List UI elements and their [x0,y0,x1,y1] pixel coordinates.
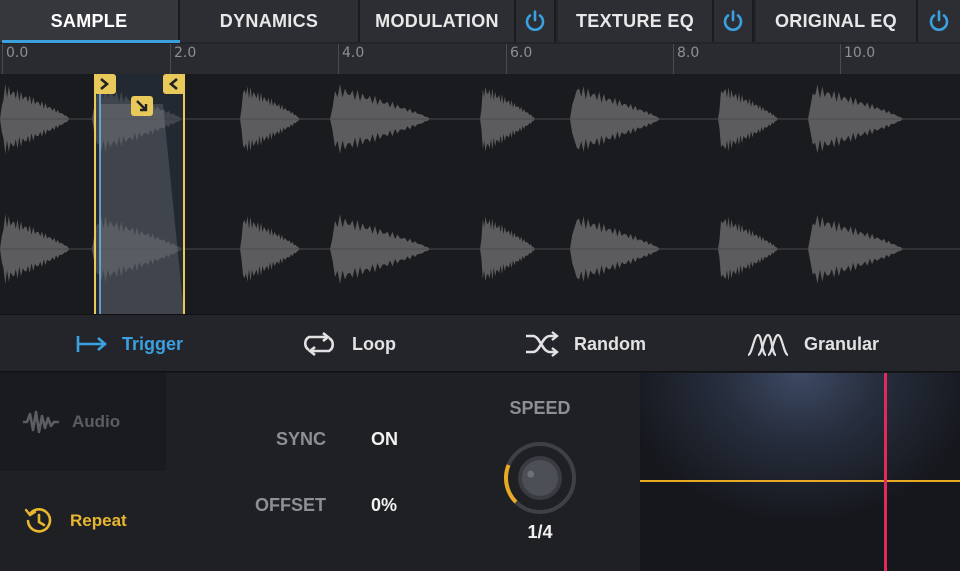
ruler-tick [170,44,171,74]
fade-handle[interactable] [131,96,153,116]
mode-granular[interactable]: Granular [746,329,879,359]
audio-wave-icon [23,410,59,434]
clock-repeat-icon [24,508,52,533]
tab-modulation[interactable]: MODULATION [360,0,516,42]
shuffle-icon [526,331,559,357]
tab-sample[interactable]: SAMPLE [0,0,180,42]
ruler-label: 6.0 [510,45,533,61]
tab-bar: SAMPLE DYNAMICS MODULATION TEXTURE EQ OR… [0,0,960,44]
time-ruler: 0.0 2.0 4.0 6.0 8.0 10.0 [0,44,960,74]
active-tab-indicator [2,40,180,43]
mode-loop[interactable]: Loop [300,329,396,359]
mode-label: Trigger [122,333,184,354]
xy-horizontal-line [640,480,960,482]
xy-pad[interactable] [640,373,960,571]
mode-trigger[interactable]: Trigger [76,329,183,359]
ruler-tick [506,44,507,74]
xy-vertical-line [884,373,887,571]
ruler-label: 0.0 [6,45,29,61]
waveform-svg [0,74,960,314]
tab-texture-eq[interactable]: TEXTURE EQ [558,0,714,42]
end-handle[interactable] [163,74,185,94]
ruler-tick [673,44,674,74]
waveform-display[interactable] [0,74,960,314]
texture-eq-power-button[interactable] [714,0,754,42]
mode-label: Random [574,333,646,354]
ruler-tick [2,44,3,74]
offset-label: OFFSET [255,495,326,515]
power-icon [525,10,545,31]
tab-dynamics[interactable]: DYNAMICS [180,0,360,42]
speed-knob[interactable] [500,438,580,518]
ruler-label: 4.0 [342,45,365,61]
modulation-power-button[interactable] [516,0,556,42]
speed-value: 1/4 [527,522,553,542]
ruler-label: 8.0 [677,45,700,61]
repeat-mode-button[interactable]: Repeat [0,471,166,571]
audio-mode-button[interactable]: Audio [0,373,166,471]
power-icon [929,10,949,31]
granular-icon [747,333,789,357]
bottom-panel: Audio Repeat SYNC ON OFFSET 0% SPEED 1/4 [0,373,960,571]
mode-label: Granular [804,333,880,354]
playback-mode-bar: Trigger Loop Random Granular [0,314,960,372]
ruler-label: 2.0 [174,45,197,61]
repeat-label: Repeat [70,511,127,530]
power-icon [723,10,743,31]
ruler-tick [338,44,339,74]
original-eq-power-button[interactable] [918,0,960,42]
loop-icon [304,331,334,357]
mode-label: Loop [352,333,396,354]
ruler-label: 10.0 [844,45,876,61]
audio-label: Audio [72,412,121,431]
sync-value[interactable]: ON [371,429,398,450]
offset-value[interactable]: 0% [371,495,397,516]
tab-original-eq[interactable]: ORIGINAL EQ [756,0,918,42]
sync-label: SYNC [275,429,326,449]
speed-label: SPEED [509,398,571,418]
ruler-tick [840,44,841,74]
arrow-to-line-icon [76,336,107,352]
start-handle[interactable] [94,74,116,94]
mode-random[interactable]: Random [524,329,646,359]
